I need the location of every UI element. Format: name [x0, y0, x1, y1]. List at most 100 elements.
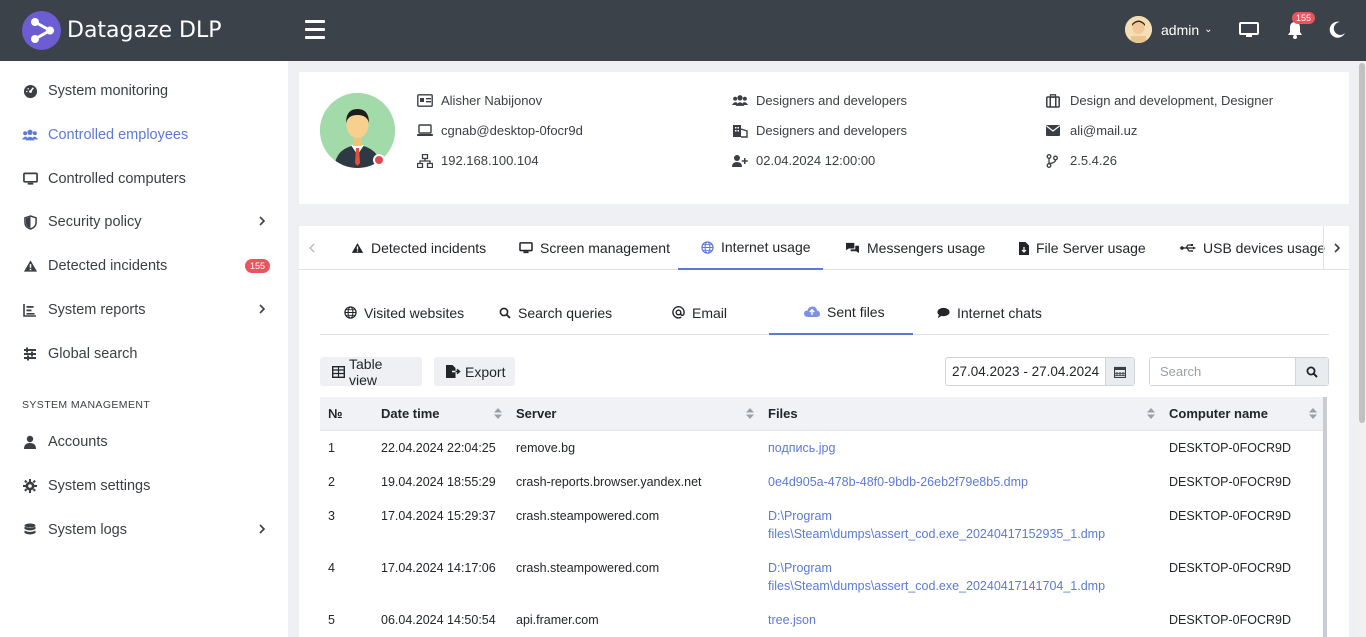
employee-profile-card: Alisher Nabijonov cgnab@desktop-0focr9d … — [299, 72, 1349, 204]
sidebar-item-system-monitoring[interactable]: System monitoring — [22, 79, 274, 103]
employee-ip-row: 192.168.100.104 — [417, 153, 539, 168]
tabs-scroll-left-button[interactable] — [299, 226, 325, 270]
table-scrollbar[interactable] — [1323, 397, 1327, 637]
cell-server: crash.steampowered.com — [516, 508, 660, 523]
section-title-system-management: SYSTEM MANAGEMENT — [22, 399, 151, 411]
cell-number: 1 — [328, 440, 335, 455]
cloud-upload-icon — [804, 306, 820, 318]
sort-icon — [1309, 407, 1317, 422]
sidebar-item-label: System logs — [48, 522, 127, 538]
file-path-line: files\Steam\dumps\assert_cod.exe_2024041… — [768, 578, 1106, 593]
monitor-icon[interactable] — [1239, 20, 1259, 40]
sent-files-table: № Date time Server Files Computer name 1… — [320, 397, 1329, 637]
table-row[interactable]: 4 17.04.2024 14:17:06 crash.steampowered… — [320, 551, 1323, 603]
sidebar-item-label: System monitoring — [48, 83, 169, 99]
subtab-search-queries[interactable]: Search queries — [499, 290, 612, 335]
tab-label: Internet usage — [721, 239, 811, 255]
tab-usb-devices-usage[interactable]: USB devices usage — [1180, 226, 1325, 270]
tab-internet-usage[interactable]: Internet usage — [678, 226, 823, 270]
sliders-icon — [22, 346, 38, 362]
notification-badge: 155 — [1292, 12, 1316, 24]
envelope-icon — [1046, 124, 1062, 138]
column-header-files[interactable]: Files — [760, 397, 1161, 431]
moon-icon[interactable] — [1327, 20, 1347, 40]
cell-server: crash-reports.browser.yandex.net — [516, 474, 702, 489]
tab-detected-incidents[interactable]: Detected incidents — [351, 226, 486, 270]
cell-file-link[interactable]: 0e4d905a-478b-48f0-9bdb-26eb2f79e8b5.dmp — [760, 465, 1161, 499]
page-scrollbar[interactable] — [1358, 61, 1366, 637]
sidebar-item-controlled-computers[interactable]: Controlled computers — [22, 167, 274, 191]
column-header-computer-name[interactable]: Computer name — [1161, 397, 1323, 431]
internet-usage-subtabs: Visited websites Search queries Email Se… — [320, 290, 1329, 335]
sidebar-item-global-search[interactable]: Global search — [22, 342, 274, 366]
calendar-icon[interactable] — [1105, 358, 1134, 385]
subtab-sent-files[interactable]: Sent files — [769, 290, 913, 335]
cell-date-time: 19.04.2024 18:55:29 — [381, 474, 496, 489]
cell-file-link[interactable]: tree.json — [760, 603, 1161, 637]
top-bar: Datagaze DLP admin ⌄ 155 — [0, 0, 1366, 61]
gear-icon — [22, 478, 38, 494]
sidebar-item-label: Accounts — [48, 434, 108, 450]
app-logo[interactable]: Datagaze DLP — [22, 11, 222, 50]
chevron-down-icon: ⌄ — [1204, 24, 1213, 35]
search-icon — [499, 307, 511, 319]
subtab-label: Sent files — [827, 303, 885, 320]
user-name: admin — [1161, 21, 1200, 38]
usb-icon — [1180, 243, 1196, 253]
tab-messengers-usage[interactable]: Messengers usage — [845, 226, 985, 270]
cell-file-link[interactable]: подпись.jpg — [760, 430, 1161, 465]
chat-icon — [937, 307, 950, 319]
user-avatar — [1125, 16, 1152, 43]
export-button[interactable]: Export — [434, 357, 515, 386]
employee-department: Designers and developers — [756, 123, 908, 138]
sidebar-item-label: Controlled employees — [48, 127, 189, 143]
tab-label: Messengers usage — [867, 240, 986, 256]
sidebar-item-detected-incidents[interactable]: Detected incidents 155 — [22, 254, 274, 278]
sidebar-item-system-logs[interactable]: System logs — [22, 518, 274, 542]
user-menu[interactable]: admin ⌄ — [1125, 16, 1213, 43]
column-label: Date time — [381, 405, 440, 421]
page-scrollbar-thumb[interactable] — [1359, 63, 1365, 423]
subtab-visited-websites[interactable]: Visited websites — [344, 290, 464, 335]
chevron-right-icon — [258, 523, 266, 539]
cell-date-time: 17.04.2024 15:29:37 — [381, 508, 496, 523]
table-row[interactable]: 3 17.04.2024 15:29:37 crash.steampowered… — [320, 499, 1323, 551]
file-export-icon — [446, 365, 461, 378]
sidebar-item-label: Security policy — [48, 214, 142, 230]
employee-position: Design and development, Designer — [1070, 93, 1274, 108]
date-range-value[interactable]: 27.04.2023 - 27.04.2024 — [946, 358, 1105, 385]
sidebar-item-accounts[interactable]: Accounts — [22, 430, 274, 454]
cell-date-time: 17.04.2024 14:17:06 — [381, 560, 496, 575]
tabs-scroll-right-button[interactable] — [1323, 226, 1349, 270]
search-button[interactable] — [1295, 358, 1328, 385]
subtab-email[interactable]: Email — [672, 290, 727, 335]
sidebar-item-system-settings[interactable]: System settings — [22, 474, 274, 498]
sidebar-item-controlled-employees[interactable]: Controlled employees — [22, 123, 274, 147]
table-row[interactable]: 2 19.04.2024 18:55:29 crash-reports.brow… — [320, 465, 1323, 499]
activity-panel: Detected incidents Screen management Int… — [299, 226, 1349, 637]
table-row[interactable]: 1 22.04.2024 22:04:25 remove.bg подпись.… — [320, 430, 1323, 465]
chat-icon — [845, 242, 860, 254]
employee-computer: cgnab@desktop-0focr9d — [441, 123, 583, 138]
menu-toggle-button[interactable] — [305, 20, 325, 40]
subtab-internet-chats[interactable]: Internet chats — [937, 290, 1042, 335]
sidebar-item-security-policy[interactable]: Security policy — [22, 210, 274, 234]
cell-file-link[interactable]: D:\Program files\Steam\dumps\assert_cod.e… — [760, 551, 1161, 603]
user-icon — [22, 434, 38, 450]
warning-icon — [22, 258, 38, 274]
cell-date-time: 06.04.2024 14:50:54 — [381, 612, 496, 627]
table-row[interactable]: 5 06.04.2024 14:50:54 api.framer.com tre… — [320, 603, 1323, 637]
code-branch-icon — [1046, 153, 1062, 168]
chart-icon — [22, 302, 38, 318]
sidebar-item-system-reports[interactable]: System reports — [22, 298, 274, 322]
date-range-picker[interactable]: 27.04.2023 - 27.04.2024 — [945, 357, 1135, 386]
search-input[interactable] — [1150, 358, 1295, 385]
cell-file-link[interactable]: D:\Program files\Steam\dumps\assert_cod.e… — [760, 499, 1161, 551]
tab-screen-management[interactable]: Screen management — [519, 226, 670, 270]
column-header-server[interactable]: Server — [508, 397, 760, 431]
column-header-date-time[interactable]: Date time — [373, 397, 508, 431]
column-header-number[interactable]: № — [320, 397, 373, 431]
table-view-button[interactable]: Table view — [320, 356, 422, 388]
tab-file-server-usage[interactable]: File Server usage — [1019, 226, 1146, 270]
sidebar-item-label: Global search — [48, 346, 138, 362]
